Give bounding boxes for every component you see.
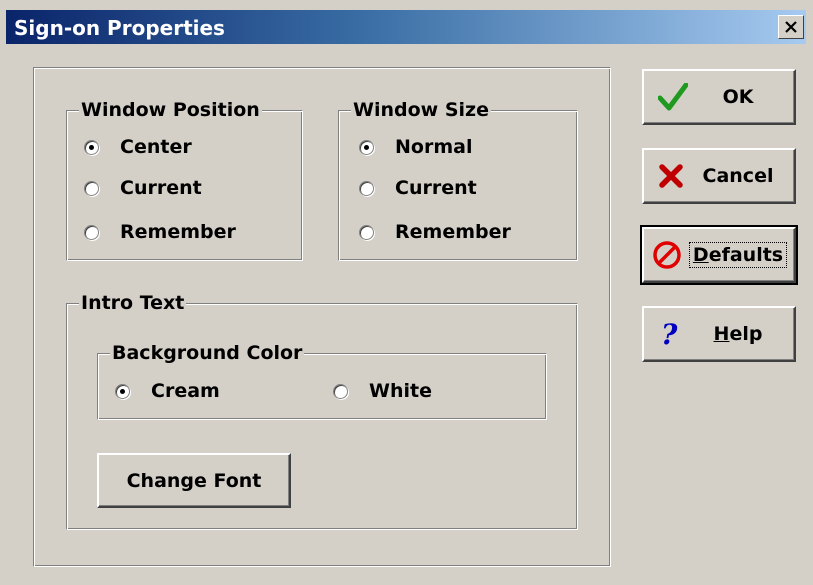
- close-button[interactable]: [778, 15, 804, 39]
- radio-remember[interactable]: [84, 224, 99, 240]
- ok-button[interactable]: OK: [642, 69, 796, 125]
- window-position-center-option[interactable]: Center: [84, 136, 192, 158]
- title-bar[interactable]: Sign-on Properties: [6, 10, 806, 44]
- option-label: Remember: [120, 221, 236, 243]
- option-label: Current: [395, 177, 477, 199]
- radio-current[interactable]: [84, 180, 99, 196]
- defaults-button[interactable]: Defaults: [640, 225, 798, 285]
- radio-normal[interactable]: [359, 139, 374, 155]
- ok-label: OK: [722, 86, 754, 108]
- intro-text-group: Intro Text Background Color Cream White …: [66, 291, 578, 530]
- option-label: Remember: [395, 221, 511, 243]
- option-label: Center: [120, 136, 192, 158]
- radio-current[interactable]: [359, 180, 374, 196]
- radio-center[interactable]: [84, 139, 99, 155]
- background-white-option[interactable]: White: [333, 380, 432, 402]
- option-label: Cream: [151, 380, 220, 402]
- cancel-label: Cancel: [702, 165, 774, 187]
- background-color-group: Background Color Cream White: [97, 341, 547, 420]
- background-color-legend: Background Color: [110, 341, 305, 365]
- focus-indicator: Defaults: [688, 242, 788, 268]
- cancel-button[interactable]: Cancel: [642, 148, 796, 204]
- background-cream-option[interactable]: Cream: [115, 380, 220, 402]
- radio-remember[interactable]: [359, 224, 374, 240]
- radio-white[interactable]: [333, 383, 348, 399]
- defaults-label: Defaults: [644, 242, 794, 268]
- dialog-window: Sign-on Properties Window Position Cente…: [0, 0, 813, 585]
- window-position-group: Window Position Center Current Remember: [66, 98, 303, 261]
- close-icon: [785, 21, 797, 33]
- window-size-normal-option[interactable]: Normal: [359, 136, 472, 158]
- window-size-remember-option[interactable]: Remember: [359, 221, 511, 243]
- window-position-current-option[interactable]: Current: [84, 177, 202, 199]
- window-size-current-option[interactable]: Current: [359, 177, 477, 199]
- radio-cream[interactable]: [115, 383, 130, 399]
- window-position-remember-option[interactable]: Remember: [84, 221, 236, 243]
- change-font-label: Change Font: [126, 469, 262, 492]
- change-font-button[interactable]: Change Font: [97, 453, 291, 508]
- option-label: White: [369, 380, 432, 402]
- window-size-group: Window Size Normal Current Remember: [338, 98, 578, 261]
- option-label: Normal: [395, 136, 473, 158]
- help-label: Help: [713, 323, 763, 345]
- help-button[interactable]: ? Help: [642, 306, 796, 362]
- window-size-legend: Window Size: [351, 98, 491, 122]
- intro-text-legend: Intro Text: [79, 291, 187, 315]
- window-position-legend: Window Position: [79, 98, 262, 122]
- option-label: Current: [120, 177, 202, 199]
- window-title: Sign-on Properties: [14, 16, 225, 40]
